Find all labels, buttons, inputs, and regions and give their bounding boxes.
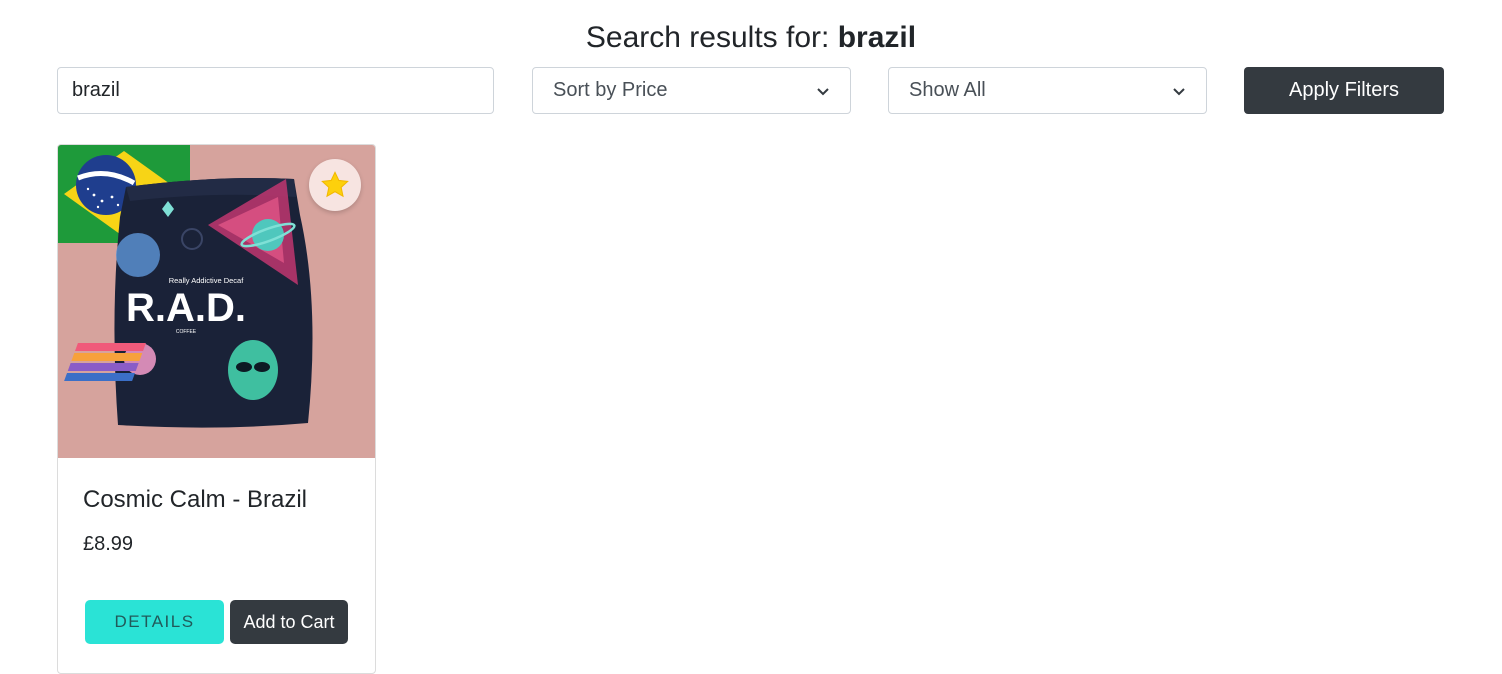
apply-filters-button[interactable]: Apply Filters: [1244, 67, 1444, 114]
bag-tagline: Really Addictive Decaf: [169, 276, 245, 285]
sort-select[interactable]: Sort by Price: [532, 67, 851, 114]
bag-subbrand: COFFEE: [176, 329, 197, 335]
star-icon: [321, 171, 349, 198]
chevron-down-icon: [1173, 87, 1185, 95]
product-price: £8.99: [83, 533, 134, 555]
sort-select-value: Sort by Price: [553, 79, 668, 101]
filter-bar: Sort by Price Show All Apply Filters: [0, 67, 1502, 114]
chevron-down-icon: [817, 87, 829, 95]
search-query: brazil: [837, 21, 917, 54]
bag-brand: R.A.D.: [126, 286, 246, 330]
add-to-cart-button[interactable]: Add to Cart: [230, 600, 348, 644]
search-input[interactable]: [57, 67, 494, 114]
page-title: Search results for: brazil: [0, 20, 1502, 56]
search-results-prefix: Search results for:: [585, 21, 830, 54]
show-filter-select[interactable]: Show All: [888, 67, 1207, 114]
product-card: Really Addictive Decaf R.A.D. COFFEE Cos…: [57, 144, 376, 674]
details-button[interactable]: DETAILS: [85, 600, 224, 644]
product-image[interactable]: Really Addictive Decaf R.A.D. COFFEE: [58, 145, 375, 458]
show-filter-value: Show All: [909, 79, 986, 101]
product-name[interactable]: Cosmic Calm - Brazil: [83, 485, 307, 515]
favorite-button[interactable]: [309, 159, 361, 211]
